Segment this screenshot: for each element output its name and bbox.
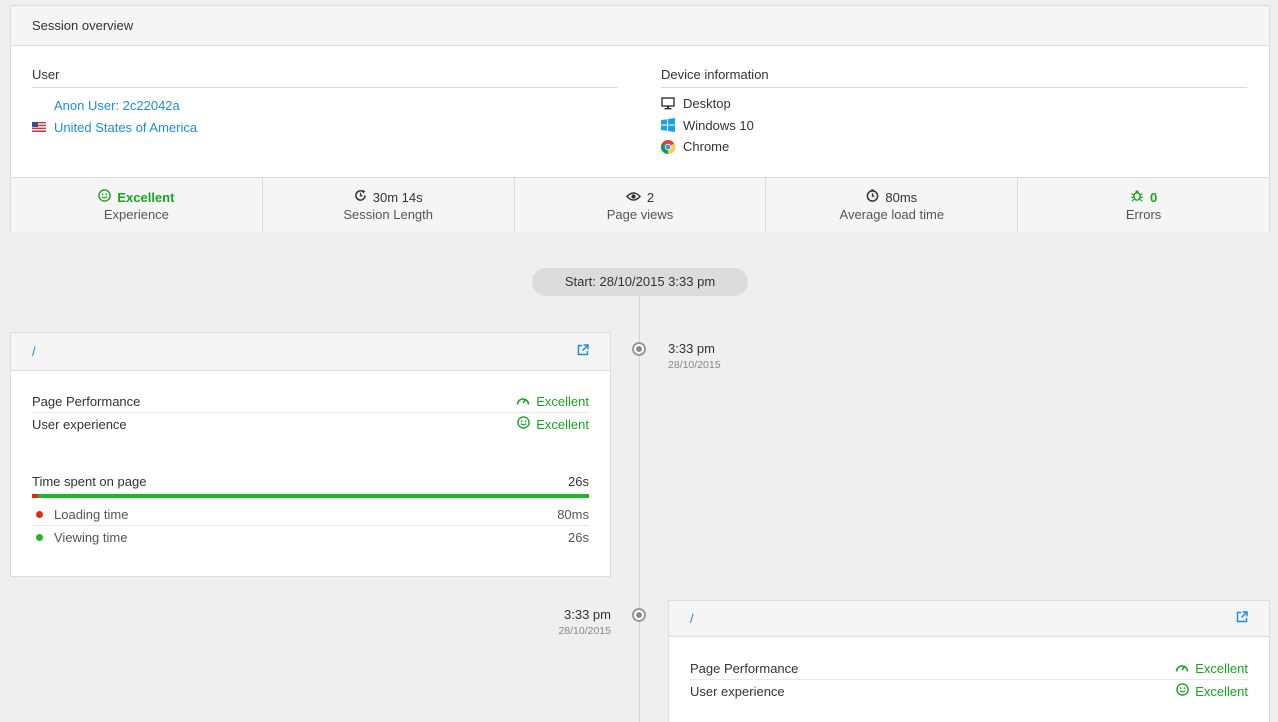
stat-page-views: 2 Page views — [515, 178, 767, 232]
stat-page-views-label: Page views — [606, 206, 674, 222]
os-row: Windows 10 — [661, 115, 1247, 137]
page-performance-label: Page Performance — [32, 394, 141, 409]
monitor-icon — [661, 97, 683, 110]
gauge-icon — [1175, 661, 1189, 676]
stat-load-time: 80ms Average load time — [766, 178, 1019, 232]
country-row: United States of America — [32, 116, 618, 138]
page-path-link[interactable]: / — [690, 611, 694, 626]
user-experience-label: User experience — [32, 416, 127, 432]
timeline-start-pill: Start: 28/10/2015 3:33 pm — [532, 268, 748, 296]
stat-errors-label: Errors — [1125, 206, 1162, 222]
user-experience-row: User experience Excellent — [32, 413, 589, 435]
windows-icon — [661, 118, 683, 133]
time-spent-bar — [32, 494, 589, 498]
browser-row: Chrome — [661, 136, 1247, 158]
page-performance-row: Page Performance Excellent — [690, 658, 1248, 680]
loading-time-value: 80ms — [557, 507, 589, 522]
device-heading: Device information — [661, 67, 1247, 88]
session-overview-panel: Session overview User Anon User: 2c22042… — [10, 5, 1270, 232]
external-link-icon[interactable] — [1236, 611, 1248, 626]
stat-load-time-label: Average load time — [839, 206, 945, 222]
smiley-icon — [1176, 683, 1190, 699]
page-performance-value: Excellent — [536, 394, 589, 409]
external-link-icon[interactable] — [577, 344, 589, 359]
gauge-icon — [516, 394, 530, 409]
event-1-timestamp: 3:33 pm 28/10/2015 — [668, 341, 721, 371]
stat-load-time-value: 80ms — [885, 189, 918, 205]
smiley-icon — [98, 189, 112, 205]
timeline-dot — [632, 342, 646, 356]
user-experience-value: Excellent — [536, 416, 589, 432]
page-view-card-2: / Page Performance Excellent User experi… — [668, 600, 1270, 722]
card-header: / — [669, 601, 1269, 637]
loading-time-label: Loading time — [54, 507, 129, 522]
stat-errors: 0 Errors — [1018, 178, 1269, 232]
event-time: 3:33 pm — [564, 607, 611, 622]
viewing-time-row: Viewing time 26s — [32, 526, 589, 548]
stat-experience-value: Excellent — [117, 189, 175, 205]
event-date: 28/10/2015 — [558, 625, 611, 637]
us-flag-icon — [32, 122, 54, 132]
viewing-time-value: 26s — [568, 529, 589, 545]
user-experience-row: User experience Excellent — [690, 680, 1248, 702]
loading-time-row: Loading time 80ms — [32, 504, 589, 526]
time-spent-label: Time spent on page — [32, 474, 147, 489]
page-path-link[interactable]: / — [32, 344, 36, 359]
event-time: 3:33 pm — [668, 341, 715, 356]
event-2-timestamp: 3:33 pm 28/10/2015 — [520, 607, 611, 637]
eye-icon — [625, 190, 641, 205]
page-view-card-1: / Page Performance Excellent User experi… — [10, 332, 611, 577]
stat-experience-label: Experience — [103, 206, 169, 222]
browser-name: Chrome — [683, 139, 730, 155]
device-type-row: Desktop — [661, 93, 1247, 115]
smiley-icon — [517, 416, 531, 432]
user-experience-label: User experience — [690, 683, 785, 699]
user-section: User Anon User: 2c22042a United States o… — [32, 67, 618, 138]
stat-page-views-value: 2 — [646, 189, 655, 205]
stopwatch-icon — [866, 189, 879, 205]
page-performance-value: Excellent — [1195, 661, 1248, 676]
page-performance-row: Page Performance Excellent — [32, 391, 589, 413]
loading-bullet — [36, 511, 43, 518]
time-spent-row: Time spent on page 26s — [32, 474, 589, 489]
event-date: 28/10/2015 — [668, 359, 721, 371]
device-section: Device information Desktop Windows 10 Ch… — [661, 67, 1247, 158]
page-performance-label: Page Performance — [690, 661, 799, 676]
card-header: / — [11, 333, 610, 371]
clock-refresh-icon — [354, 189, 367, 205]
user-experience-value: Excellent — [1195, 683, 1248, 699]
user-heading: User — [32, 67, 618, 88]
user-name-link[interactable]: Anon User: 2c22042a — [54, 98, 180, 113]
stat-session-length: 30m 14s Session Length — [263, 178, 515, 232]
panel-title: Session overview — [11, 6, 1269, 46]
chrome-icon — [661, 139, 683, 154]
timeline-dot — [632, 608, 646, 622]
time-spent-value: 26s — [568, 474, 589, 489]
device-type: Desktop — [683, 96, 731, 112]
bug-icon — [1130, 189, 1144, 205]
viewing-time-label: Viewing time — [54, 529, 128, 545]
loading-time-fill — [32, 494, 38, 498]
user-row: Anon User: 2c22042a — [32, 94, 618, 116]
stat-experience: Excellent Experience — [11, 178, 263, 232]
viewing-bullet — [36, 533, 43, 541]
session-stats: Excellent Experience 30m 14s Session Len… — [11, 177, 1269, 232]
stat-errors-value: 0 — [1149, 189, 1158, 205]
stat-session-length-label: Session Length — [343, 206, 433, 222]
country-link[interactable]: United States of America — [54, 120, 197, 135]
timeline-line — [639, 296, 640, 722]
os-name: Windows 10 — [683, 117, 754, 133]
stat-session-length-value: 30m 14s — [372, 189, 423, 205]
